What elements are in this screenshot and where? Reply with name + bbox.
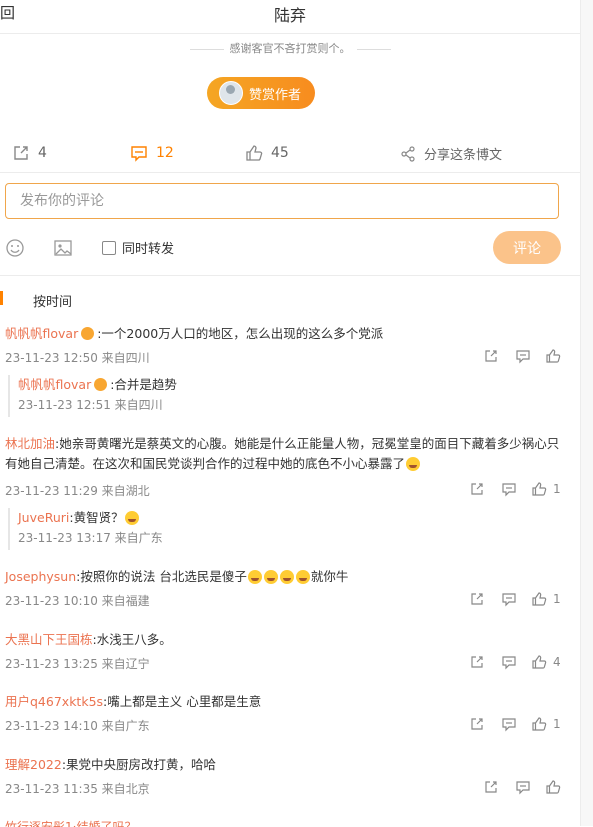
cry-emoji-icon <box>295 570 310 584</box>
share-icon <box>401 145 415 162</box>
comment-input[interactable] <box>18 192 546 210</box>
comment-actions: 1 <box>469 716 561 732</box>
comment-item: Josephysun:按照你的说法 台北选民是傻子 就你牛 <box>5 567 575 587</box>
image-button[interactable] <box>53 238 73 262</box>
comment-username[interactable]: 帆帆帆flovar <box>5 326 78 341</box>
page-title: 陆弃 <box>273 6 306 25</box>
comment-text: :一个2000万人口的地区，怎么出现的这么多个党派 <box>97 326 384 341</box>
reply-comment-icon[interactable] <box>501 481 517 497</box>
like-icon <box>246 145 263 161</box>
divider <box>0 33 580 34</box>
vip-badge-icon <box>94 378 108 391</box>
reward-author-button[interactable]: 赞赏作者 <box>207 77 315 109</box>
author-avatar <box>219 81 243 105</box>
comment-actions: 1 <box>469 591 561 607</box>
comment-username[interactable]: 用户q467xktk5s <box>5 694 103 709</box>
comment-username[interactable]: 林北加油 <box>5 436 55 451</box>
comment-item: 帆帆帆flovar :一个2000万人口的地区，怎么出现的这么多个党派 <box>5 324 575 344</box>
share-button[interactable]: 分享这条博文 <box>400 144 502 163</box>
reply-item: JuveRuri:黄智贤？ 23-11-23 13:17 来自广东 <box>8 508 578 550</box>
reply-like-icon[interactable] <box>531 481 547 497</box>
comment-actions: 1 <box>469 481 561 497</box>
reply-like-icon[interactable] <box>531 716 547 732</box>
comment-username[interactable]: 理解2022 <box>5 757 62 772</box>
like-count: 1 <box>553 482 561 496</box>
reply-time: 23-11-23 12:51 来自四川 <box>18 398 163 412</box>
cry-emoji-icon <box>247 570 262 584</box>
reply-comment-icon[interactable] <box>501 654 517 670</box>
comment-text: :按照你的说法 台北选民是傻子 <box>76 569 247 584</box>
reply-like-icon[interactable] <box>545 779 561 795</box>
sort-time-tab[interactable]: 按时间 <box>33 291 72 310</box>
comment-text: :果党中央厨房改打黄，哈哈 <box>61 757 217 772</box>
repost-stat[interactable]: 4 <box>12 144 47 162</box>
vip-badge-icon <box>81 327 95 340</box>
reply-time: 23-11-23 13:17 来自广东 <box>18 531 163 545</box>
thinking-emoji-icon <box>124 511 139 525</box>
like-count: 1 <box>553 592 561 606</box>
reply-comment-icon[interactable] <box>515 348 531 364</box>
comment-actions <box>483 779 561 795</box>
scrollbar[interactable] <box>580 0 593 826</box>
reply-text: :黄智贤？ <box>69 510 124 525</box>
reply-comment-icon[interactable] <box>501 591 517 607</box>
reply-repost-icon[interactable] <box>483 348 499 364</box>
comment-item: 大黑山下王国栋:水浅王八多。 <box>5 630 575 650</box>
reply-like-icon[interactable] <box>531 591 547 607</box>
comment-box[interactable] <box>5 183 559 219</box>
reply-like-icon[interactable] <box>545 348 561 364</box>
submit-comment-button[interactable]: 评论 <box>493 231 561 264</box>
reply-text: :合并是趋势 <box>110 377 177 392</box>
reply-repost-icon[interactable] <box>469 591 485 607</box>
reply-username[interactable]: 帆帆帆flovar <box>18 377 91 392</box>
like-count: 4 <box>553 655 561 669</box>
like-count: 1 <box>553 717 561 731</box>
reply-repost-icon[interactable] <box>469 481 485 497</box>
reply-repost-icon[interactable] <box>469 716 485 732</box>
like-stat[interactable]: 45 <box>245 144 289 162</box>
reply-item: 帆帆帆flovar :合并是趋势 23-11-23 12:51 来自四川 <box>8 375 578 417</box>
reply-repost-icon[interactable] <box>483 779 499 795</box>
comment-text: 就你牛 <box>310 569 349 584</box>
comment-text: :她亲哥黄曙光是蔡英文的心腹。她能是什么正能量人物，冠冕堂皇的面目下藏着多少祸心… <box>5 436 560 471</box>
comment-item: 用户q467xktk5s:嘴上都是主义 心里都是生意 <box>5 692 575 712</box>
checkbox[interactable] <box>102 240 116 255</box>
comment-time: 23-11-23 12:50 来自四川 <box>5 351 150 365</box>
comment-text: :水浅王八多。 <box>92 632 172 647</box>
comment-time: 23-11-23 11:29 来自湖北 <box>5 484 150 498</box>
reply-like-icon[interactable] <box>531 654 547 670</box>
comment-username[interactable]: Josephysun <box>5 569 76 584</box>
comment-time: 23-11-23 14:10 来自广东 <box>5 719 150 733</box>
reply-username[interactable]: JuveRuri <box>18 510 69 525</box>
comment-actions <box>483 348 561 364</box>
comment-stat[interactable]: 12 <box>130 144 174 162</box>
cry-emoji-icon <box>263 570 278 584</box>
reply-comment-icon[interactable] <box>501 716 517 732</box>
emoji-icon <box>6 239 24 257</box>
divider <box>0 275 580 276</box>
comment-item: 林北加油:她亲哥黄曙光是蔡英文的心腹。她能是什么正能量人物，冠冕堂皇的面目下藏着… <box>5 434 560 474</box>
comment-time: 23-11-23 13:25 来自辽宁 <box>5 657 150 671</box>
comment-item: 理解2022:果党中央厨房改打黄，哈哈 <box>5 755 575 775</box>
image-icon <box>54 240 72 256</box>
comment-time: 23-11-23 10:10 来自福建 <box>5 594 150 608</box>
cry-emoji-icon <box>279 570 294 584</box>
repost-option[interactable]: 同时转发 <box>102 238 174 257</box>
reply-repost-icon[interactable] <box>469 654 485 670</box>
comment-time: 23-11-23 11:35 来自北京 <box>5 782 150 796</box>
comment-text: :嘴上都是主义 心里都是生意 <box>103 694 262 709</box>
laugh-emoji-icon <box>406 457 421 471</box>
reply-comment-icon[interactable] <box>515 779 531 795</box>
emoji-button[interactable] <box>5 238 25 262</box>
comment-icon <box>131 146 147 162</box>
repost-icon <box>14 146 28 160</box>
comment-actions: 4 <box>469 654 561 670</box>
reward-thanks: 感谢客官不吝打赏则个。 <box>0 40 580 56</box>
sort-hot-tab[interactable] <box>0 291 4 305</box>
comment-username[interactable]: 大黑山下王国栋 <box>5 632 93 647</box>
divider <box>0 172 580 173</box>
